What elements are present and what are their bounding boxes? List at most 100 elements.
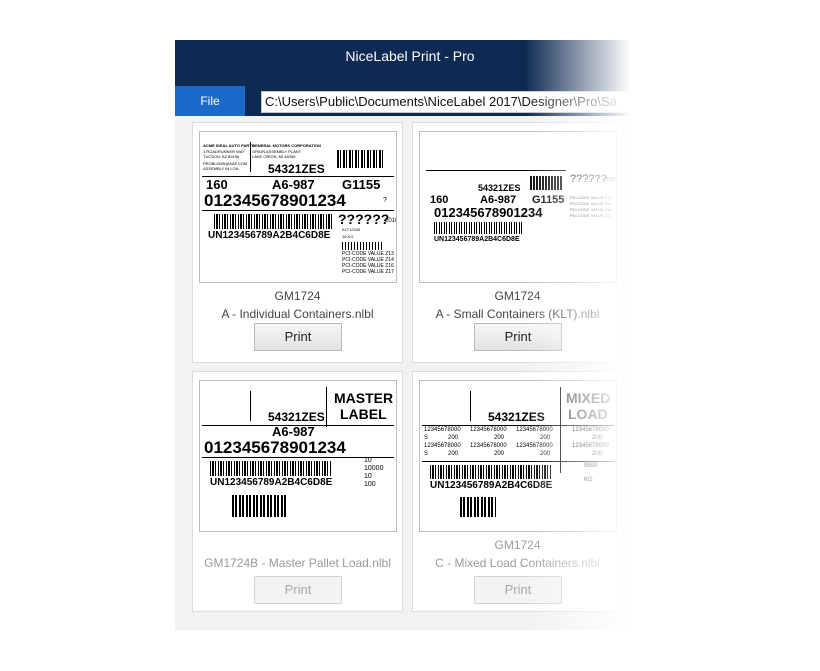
label-gallery: ACME IDEAL AUTO PARTS 1 ROADRUNNER WAY T… [175,116,645,630]
label-reference: 54321ZES [478,183,521,193]
label-row-value: 200 [494,451,505,457]
card-file-name: A - Small Containers (KLT).nlbl [435,307,600,321]
label-total: 9999 [584,463,598,469]
label-row-code: 12345678000 [516,443,553,449]
print-button[interactable]: Print [474,576,562,604]
label-divider [250,142,251,172]
label-part-number: A6-987 [272,424,315,439]
card-file-name: A - Individual Containers.nlbl [221,307,374,321]
label-reference: 54321ZES [488,410,545,424]
label-serial: 012345678901234 [204,438,346,457]
label-date: ?????? [570,173,607,185]
document-path-field[interactable]: C:\Users\Public\Documents\NiceLabel 2017… [261,91,645,113]
card-file-name: C - Mixed Load Containers.nlbl [435,556,600,570]
label-unique-id: UN123456789A2B4C6D8E [430,480,553,491]
label-from-company: ACME IDEAL AUTO PARTS [203,143,255,148]
label-divider [470,391,471,421]
label-klt-number: KLT12345 [342,227,361,232]
label-date: ?????? [338,211,390,227]
linear-barcode [434,222,524,234]
label-to-address-2: LAKE ORION, MI 48359 [252,154,296,159]
card-code: GM1724 [274,289,321,303]
label-row-value: 200 [592,435,603,441]
small-barcode [342,242,382,250]
card-file-name: GM1724B - Master Pallet Load.nlbl [204,556,391,570]
linear-barcode [430,465,552,479]
label-banner-bottom: LOAD [568,406,608,422]
label-pci-4: PCI-CODE VALUE Z17 [570,213,612,218]
label-weight: 16 KG [342,234,354,239]
label-card-mixed-load[interactable]: MIXED LOAD 54321ZES 12345678000 12345678… [412,371,623,612]
label-value-2: 10000 [364,465,384,472]
label-divider [422,461,614,462]
label-row-value: 200 [592,451,603,457]
label-pci-4: PCI-CODE VALUE Z17 [342,269,394,275]
label-year: 2016 [604,177,616,183]
card-code: GM1724 [494,289,541,303]
label-divider [422,425,614,426]
label-unique-id: UN123456789A2B4C6D8E [434,236,520,243]
label-pci-2: PCI-CODE VALUE Z14 [570,201,612,206]
label-preview: MIXED LOAD 54321ZES 12345678000 12345678… [419,380,617,532]
linear-barcode [214,214,332,229]
label-row-value: 200 [448,451,459,457]
label-row-code: 12345678000 [572,427,609,433]
label-card-master-pallet[interactable]: MASTER LABEL 54321ZES A6-987 01234567890… [192,371,403,612]
label-s: S [424,451,429,457]
matrix-barcode [530,176,562,190]
label-question: ? [383,197,387,204]
print-button[interactable]: Print [254,323,342,351]
label-reference: 54321ZES [268,410,325,424]
label-from-address-2: TUCSON, AZ 89156 [203,154,240,159]
matrix-barcode [460,497,496,517]
label-row-code: 12345678000 [516,427,553,433]
label-preview: ?????? 2016 54321ZES 160 A6-987 G1155 01… [419,131,617,283]
label-serial: 012345678901234 [204,191,346,210]
label-pci-3: PCI-CODE VALUE Z16 [570,207,612,212]
label-divider [250,391,251,421]
label-value-1: 10 [364,457,372,464]
print-button[interactable]: Print [254,576,342,604]
label-banner-top: MASTER [334,390,394,406]
app-window: NiceLabel Print - Pro File C:\Users\Publ… [175,40,645,630]
print-button[interactable]: Print [474,323,562,351]
label-row-value: 200 [540,451,551,457]
label-part-number: A6-987 [272,177,315,192]
label-row-code: 12345678000 [470,427,507,433]
label-card-individual-containers[interactable]: ACME IDEAL AUTO PARTS 1 ROADRUNNER WAY T… [192,122,403,363]
file-menu-tab[interactable]: File [175,86,245,116]
label-row-value: 200 [494,435,505,441]
label-weight: KG [584,477,593,483]
label-pci-1: PCI-CODE VALUE Z13 [570,195,612,200]
label-divider [426,170,566,171]
label-row-code: 12345678000 [470,443,507,449]
window-title: NiceLabel Print - Pro [345,48,475,64]
label-note: ASSEMBLY IN LOA [203,166,239,171]
label-quantity: 160 [206,177,228,192]
label-serial: 012345678901234 [434,205,543,220]
linear-barcode [210,461,332,476]
label-card-small-containers[interactable]: ?????? 2016 54321ZES 160 A6-987 G1155 01… [412,122,623,363]
label-reference: 54321ZES [268,162,325,176]
label-banner-top: MIXED [566,390,611,406]
toolbar: File C:\Users\Public\Documents\NiceLabel… [175,86,645,116]
label-row-code: 12345678000 [424,427,461,433]
label-value-3: 10 [364,473,372,480]
label-unique-id: UN123456789A2B4C6D8E [208,230,331,241]
label-code: G1155 [342,177,381,192]
label-banner-bottom: LABEL [340,406,387,422]
label-row-value: 200 [448,435,459,441]
label-divider [326,387,327,427]
matrix-barcode [232,495,288,517]
matrix-barcode [337,150,383,168]
label-to-company: GENERAL MOTORS CORPORATION [252,143,321,148]
label-preview: ACME IDEAL AUTO PARTS 1 ROADRUNNER WAY T… [199,131,397,283]
label-row-code: 12345678000 [424,443,461,449]
label-year: 2016 [385,218,396,224]
label-row-code: 12345678000 [572,443,609,449]
label-unique-id: UN123456789A2B4C6D8E [210,477,333,488]
label-row-value: 200 [540,435,551,441]
label-preview: MASTER LABEL 54321ZES A6-987 01234567890… [199,380,397,532]
label-value-4: 100 [364,481,376,488]
title-bar: NiceLabel Print - Pro [175,40,645,86]
